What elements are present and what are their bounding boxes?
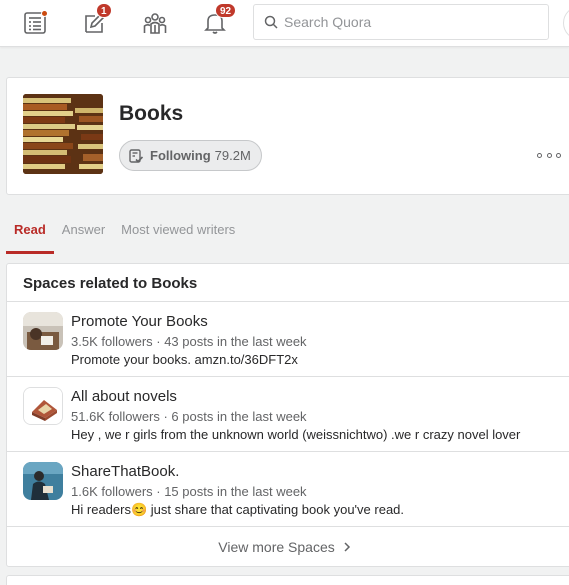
view-more-label: View more Spaces [218, 539, 335, 555]
space-name[interactable]: All about novels [71, 388, 177, 405]
space-description: Hi readers😊 just share that captivating … [71, 502, 405, 517]
search-input[interactable] [284, 14, 524, 30]
search-bar[interactable] [253, 4, 549, 40]
following-button[interactable]: Following 79.2M [119, 140, 262, 171]
chevron-right-icon [344, 542, 350, 552]
space-item-sharethatbook[interactable]: ShareThatBook. 1.6K followers · 15 posts… [7, 452, 569, 527]
topic-tabs: Read Answer Most viewed writers [6, 210, 243, 254]
space-stats: 51.6K followers · 6 posts in the last we… [71, 409, 307, 424]
following-check-icon [129, 148, 144, 163]
answer-pencil-icon[interactable]: 1 [79, 3, 112, 39]
space-name[interactable]: Promote Your Books [71, 313, 208, 330]
home-feed-icon[interactable] [19, 7, 51, 39]
space-stats: 1.6K followers · 15 posts in the last we… [71, 484, 307, 499]
topic-header-card: Books Following 79.2M [6, 77, 569, 195]
follower-count: 79.2M [214, 148, 251, 163]
spaces-people-icon[interactable] [139, 7, 171, 39]
view-more-spaces-button[interactable]: View more Spaces [7, 527, 569, 567]
space-name[interactable]: ShareThatBook. [71, 463, 179, 480]
space-item-promote-your-books[interactable]: Promote Your Books 3.5K followers · 43 p… [7, 302, 569, 377]
related-spaces-title: Spaces related to Books [7, 264, 569, 302]
tab-answer[interactable]: Answer [54, 210, 113, 254]
space-description: Hey , we r girls from the unknown world … [71, 427, 521, 442]
notifications-count-badge: 92 [215, 3, 237, 18]
more-options-icon[interactable] [537, 148, 561, 162]
space-stats: 3.5K followers · 43 posts in the last we… [71, 334, 307, 349]
related-spaces-card: Spaces related to Books Promote Your Boo… [6, 263, 569, 567]
home-unread-dot [41, 10, 48, 17]
next-card-edge [6, 575, 569, 585]
space-item-all-about-novels[interactable]: All about novels 51.6K followers · 6 pos… [7, 377, 569, 452]
topic-title: Books [119, 102, 184, 125]
space-avatar [23, 387, 63, 425]
following-label: Following [150, 148, 211, 163]
topic-cover-image [23, 94, 103, 174]
space-avatar [23, 462, 63, 500]
top-navigation-bar: 1 92 [0, 0, 569, 47]
tab-most-viewed-writers[interactable]: Most viewed writers [113, 210, 243, 254]
space-description: Promote your books. amzn.to/36DFT2x [71, 352, 298, 367]
answer-count-badge: 1 [96, 3, 112, 18]
tab-read[interactable]: Read [6, 210, 54, 254]
search-icon [264, 15, 278, 29]
space-avatar [23, 312, 63, 350]
notifications-bell-icon[interactable]: 92 [199, 3, 237, 39]
profile-avatar[interactable] [563, 6, 569, 40]
